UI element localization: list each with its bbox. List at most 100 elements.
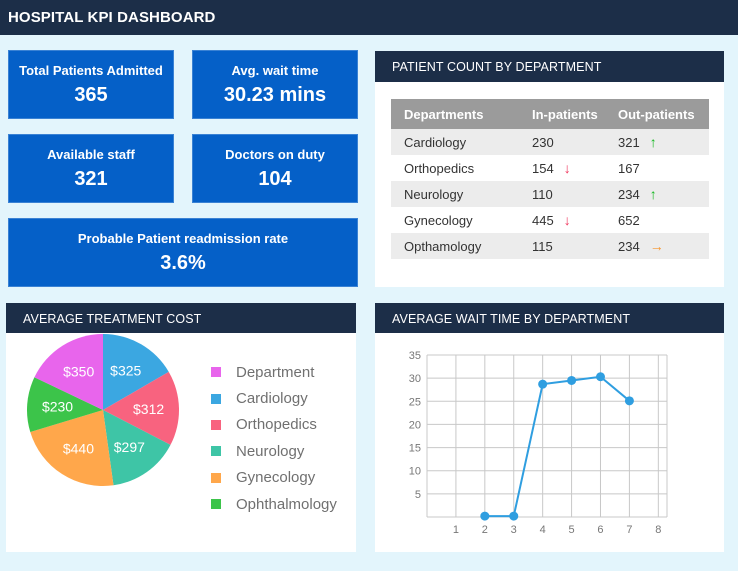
- out-patients-cell: 321 ↑: [609, 129, 709, 155]
- kpi-label: Available staff: [47, 147, 135, 162]
- data-point: [538, 379, 548, 389]
- x-tick-label: 6: [597, 524, 603, 536]
- y-tick-label: 20: [409, 419, 421, 431]
- department-cell: Gynecology: [391, 207, 519, 233]
- in-patients-cell: 110: [519, 181, 609, 207]
- in-patients-cell: 445 ↓: [519, 207, 609, 233]
- legend-item: Orthopedics: [211, 412, 337, 438]
- table-header-row: Departments In-patients Out-patients: [391, 99, 709, 129]
- y-tick-label: 15: [409, 443, 421, 455]
- in-patients-cell-value: 445: [532, 213, 554, 228]
- data-point: [509, 511, 519, 521]
- kpi-value: 3.6%: [160, 252, 206, 274]
- in-patients-cell: 154 ↓: [519, 155, 609, 181]
- treatment-cost-panel: AVERAGE TREATMENT COST $325 $312 $297 $440 $…: [6, 303, 356, 552]
- kpi-card-doctors-on-duty: Doctors on duty 104: [192, 134, 358, 203]
- y-tick-label: 25: [409, 396, 421, 408]
- kpi-card-readmission-rate: Probable Patient readmission rate 3.6%: [8, 218, 358, 287]
- x-tick-label: 4: [540, 524, 546, 536]
- pie-legend: Department Cardiology Orthopedics Neurology…: [211, 359, 337, 517]
- kpi-value: 104: [258, 168, 292, 190]
- y-tick-label: 35: [409, 350, 421, 362]
- legend-label: Department: [236, 363, 315, 381]
- out-patients-cell-value: 167: [618, 160, 640, 176]
- arrow-down-icon: ↓: [563, 212, 571, 228]
- kpi-value: 365: [74, 84, 108, 106]
- out-patients-cell-value: 652: [618, 212, 640, 228]
- legend-swatch-icon: [211, 367, 221, 378]
- column-header: In-patients: [519, 99, 609, 129]
- legend-swatch-icon: [211, 419, 221, 430]
- kpi-label: Total Patients Admitted: [19, 63, 163, 78]
- column-header: Departments: [391, 99, 519, 129]
- legend-label: Orthopedics: [236, 416, 317, 434]
- x-tick-label: 3: [511, 524, 517, 536]
- department-cell: Opthamology: [391, 233, 519, 259]
- legend-item: Neurology: [211, 438, 337, 464]
- arrow-down-icon: ↓: [563, 160, 571, 176]
- kpi-label: Avg. wait time: [231, 63, 319, 78]
- x-tick-label: 1: [453, 524, 459, 536]
- data-point: [480, 511, 490, 521]
- kpi-label: Probable Patient readmission rate: [77, 231, 289, 246]
- legend-item: Gynecology: [211, 465, 337, 491]
- legend-item: Ophthalmology: [211, 491, 337, 517]
- legend-swatch-icon: [211, 446, 221, 457]
- department-cell-value: Orthopedics: [404, 160, 475, 176]
- panel-title: PATIENT COUNT BY DEPARTMENT: [392, 60, 602, 74]
- x-tick-label: 8: [655, 524, 661, 536]
- department-cell: Orthopedics: [391, 155, 519, 181]
- in-patients-cell-value: 110: [532, 186, 553, 202]
- kpi-value: 30.23 mins: [223, 84, 327, 106]
- x-tick-label: 2: [482, 524, 488, 536]
- pie-data-label: $297: [114, 439, 145, 455]
- data-point: [567, 375, 577, 385]
- pie-data-label: $350: [63, 363, 94, 379]
- department-cell-value: Gynecology: [404, 212, 473, 228]
- department-cell-value: Cardiology: [404, 134, 467, 150]
- pie-data-label: $440: [63, 440, 94, 456]
- department-cell-value: Opthamology: [404, 238, 482, 254]
- legend-swatch-icon: [211, 472, 221, 483]
- column-header: Out-patients: [609, 99, 709, 129]
- out-patients-cell: 234 ↑: [609, 181, 709, 207]
- y-tick-label: 10: [409, 466, 421, 478]
- table-row: Orthopedics 154 ↓ 167: [391, 155, 709, 181]
- legend-swatch-icon: [211, 499, 221, 510]
- legend-swatch-icon: [211, 393, 221, 404]
- kpi-card-total-patients: Total Patients Admitted 365: [8, 50, 174, 119]
- pie-data-label: $230: [42, 399, 73, 415]
- dashboard-header: HOSPITAL KPI DASHBOARD: [0, 0, 738, 35]
- legend-item: Department: [211, 359, 337, 385]
- table-row: Cardiology 230 321 ↑: [391, 129, 709, 155]
- dashboard-title: HOSPITAL KPI DASHBOARD: [8, 9, 216, 26]
- legend-label: Neurology: [236, 442, 305, 460]
- x-tick-label: 5: [569, 524, 575, 536]
- in-patients-cell-value: 154: [532, 161, 554, 176]
- out-patients-cell: 167: [609, 155, 709, 181]
- legend-label: Gynecology: [236, 469, 316, 487]
- patient-count-panel: PATIENT COUNT BY DEPARTMENT Departments …: [375, 51, 724, 287]
- data-point: [624, 396, 634, 406]
- treatment-cost-pie-chart: $325 $312 $297 $440 $230 $350: [27, 334, 179, 486]
- table-row: Opthamology 115 234 →: [391, 233, 709, 259]
- in-patients-cell: 115: [519, 233, 609, 259]
- table-row: Neurology 110 234 ↑: [391, 181, 709, 207]
- kpi-label: Doctors on duty: [225, 147, 325, 162]
- legend-item: Cardiology: [211, 385, 337, 411]
- y-tick-label: 30: [409, 373, 421, 385]
- out-patients-cell-value: 234: [618, 239, 640, 254]
- legend-label: Cardiology: [236, 390, 308, 408]
- pie-data-label: $312: [133, 401, 164, 417]
- series-line: [484, 375, 631, 518]
- in-patients-cell: 230: [519, 129, 609, 155]
- out-patients-cell: 234 →: [609, 233, 709, 259]
- wait-time-line-chart: 5 10 15 20 25 30 35 1 2 3 4 5 6 7 8: [409, 350, 668, 536]
- table-row: Gynecology 445 ↓ 652: [391, 207, 709, 233]
- patient-count-table: Departments In-patients Out-patients Car…: [391, 99, 709, 259]
- in-patients-cell-value: 230: [532, 134, 554, 150]
- out-patients-cell-value: 321: [618, 135, 640, 150]
- kpi-card-available-staff: Available staff 321: [8, 134, 174, 203]
- out-patients-cell: 652: [609, 207, 709, 233]
- data-point: [595, 372, 605, 382]
